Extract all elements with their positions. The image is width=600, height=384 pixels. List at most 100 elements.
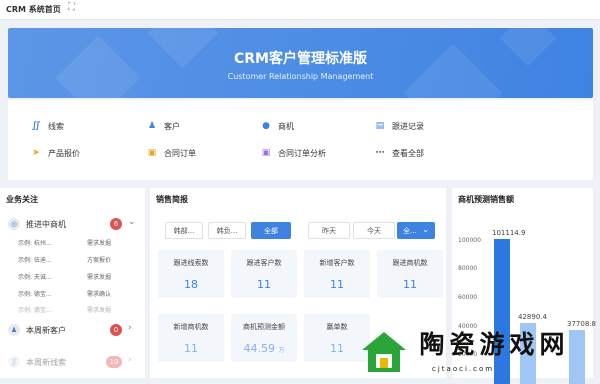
quick-entry-label: 客户 bbox=[164, 121, 180, 131]
clue-icon: ∬ bbox=[31, 121, 41, 131]
period-today[interactable]: 今天 bbox=[353, 222, 395, 239]
watermark-char: 瓷 bbox=[449, 330, 477, 359]
group-label: 本周新客户 bbox=[26, 325, 66, 335]
stat-label: 跟进客户数 bbox=[246, 259, 282, 267]
quick-entry-contract-analysis[interactable]: ▣ 合同订单分析 bbox=[260, 145, 326, 161]
opportunity-icon: ● bbox=[262, 121, 270, 131]
quick-entry-clue[interactable]: ∬ 线索 bbox=[30, 118, 64, 134]
clue-icon: ∬ bbox=[8, 356, 20, 368]
example-name[interactable]: 示例: 德宝... bbox=[18, 305, 52, 314]
quick-entry-contract[interactable]: ▣ 合同订单 bbox=[146, 145, 196, 161]
quote-icon: ➤ bbox=[32, 148, 40, 158]
page-title: CRM 系统首页 bbox=[6, 5, 61, 14]
filter-department[interactable]: 韩部... bbox=[165, 222, 203, 239]
stat-card-forecast-amount[interactable]: 商机预测金额 44.59 万 bbox=[231, 314, 297, 362]
banner-subtitle: Customer Relationship Management bbox=[227, 72, 374, 81]
stat-label: 跟进线索数 bbox=[173, 259, 209, 267]
stat-value: 11 bbox=[257, 278, 271, 291]
chart-data-label: 101114.9 bbox=[492, 229, 526, 238]
chevron-right-icon[interactable]: › bbox=[128, 355, 132, 365]
stat-label: 商机预测金额 bbox=[243, 323, 285, 331]
group-new-clues-this-week[interactable]: ∬ 本周新线索 bbox=[8, 354, 66, 370]
quick-entry-opportunity[interactable]: ● 商机 bbox=[260, 118, 294, 134]
quick-entry-view-all[interactable]: ⋯ 查看全部 bbox=[374, 145, 425, 161]
followup-record-icon: ▤ bbox=[375, 121, 385, 131]
expand-icon[interactable]: ⛶ bbox=[68, 2, 75, 13]
watermark-char: 网 bbox=[539, 330, 567, 359]
stat-label: 新增客户数 bbox=[319, 259, 355, 267]
group-label: 本周新线索 bbox=[26, 357, 66, 367]
group-label: 推进中商机 bbox=[26, 219, 66, 229]
filter-all[interactable]: 全部 bbox=[251, 222, 291, 239]
y-tick-label: 60000 bbox=[458, 294, 478, 301]
count-badge: 6 bbox=[110, 218, 122, 230]
watermark-char: 游 bbox=[479, 330, 507, 359]
hero-banner: CRM客户管理标准版 Customer Relationship Managem… bbox=[8, 28, 593, 98]
customer-icon: ♟ bbox=[147, 121, 157, 131]
y-tick-label: 100000 bbox=[458, 236, 481, 244]
example-stage: 需求发掘 bbox=[87, 240, 112, 247]
stat-value: 18 bbox=[184, 278, 198, 291]
quick-entry-label: 查看全部 bbox=[392, 148, 424, 158]
example-name[interactable]: 示例: 德宝... bbox=[18, 289, 52, 298]
group-in-progress-opportunities[interactable]: ◎ 推进中商机 bbox=[8, 216, 66, 232]
panel-title: 销售简报 bbox=[156, 195, 188, 204]
y-tick-label: 80000 bbox=[458, 265, 478, 273]
quick-entry-label: 跟进记录 bbox=[392, 121, 424, 131]
stat-value-group: 44.59 万 bbox=[231, 342, 297, 355]
count-badge: 10 bbox=[106, 356, 122, 368]
panel-title: 商机预测销售额 bbox=[458, 195, 514, 204]
quick-entry-label: 商机 bbox=[278, 121, 294, 131]
contract-order-icon: ▣ bbox=[147, 148, 157, 158]
banner-title: CRM客户管理标准版 bbox=[234, 51, 367, 67]
example-name[interactable]: 示例: 天诚... bbox=[18, 272, 52, 281]
group-new-customers-this-week[interactable]: ♟ 本周新客户 bbox=[8, 322, 66, 338]
top-bar: CRM 系统首页 ⛶ bbox=[0, 0, 600, 20]
stat-card-followup-opportunities[interactable]: 跟进商机数 11 bbox=[377, 250, 443, 298]
stat-label: 跟进商机数 bbox=[392, 259, 428, 267]
chevron-right-icon[interactable]: › bbox=[128, 323, 132, 333]
more-icon: ⋯ bbox=[375, 148, 385, 158]
house-logo-icon bbox=[362, 332, 406, 372]
example-stage: 方案报价 bbox=[87, 257, 112, 264]
example-name[interactable]: 示例: 杭州... bbox=[18, 238, 52, 247]
quick-entry-followup[interactable]: ▤ 跟进记录 bbox=[374, 118, 424, 134]
quick-entry-customer[interactable]: ♟ 客户 bbox=[146, 118, 180, 134]
quick-entry-label: 产品报价 bbox=[48, 148, 80, 158]
stat-value: 11 bbox=[184, 342, 198, 355]
quick-entry-panel: ∬ 线索 ♟ 客户 ● 商机 ▤ 跟进记录 ➤ 产品报价 ▣ 合同订单 ▣ 合同… bbox=[8, 100, 593, 180]
example-stage: 需求发掘 bbox=[87, 307, 112, 314]
stat-card-followup-clues[interactable]: 跟进线索数 18 bbox=[158, 250, 224, 298]
period-yesterday[interactable]: 昨天 bbox=[308, 222, 350, 239]
stat-card-followup-customers[interactable]: 跟进客户数 11 bbox=[231, 250, 297, 298]
stat-value: 11 bbox=[330, 278, 344, 291]
stat-value: 11 bbox=[403, 278, 417, 291]
customer-icon: ♟ bbox=[8, 324, 20, 336]
opportunity-icon: ◎ bbox=[8, 218, 20, 230]
quick-entry-label: 合同订单分析 bbox=[278, 148, 326, 158]
chevron-down-icon: ⌄ bbox=[422, 225, 429, 234]
example-name[interactable]: 示例: 伍迪... bbox=[18, 255, 52, 264]
stat-unit: 万 bbox=[278, 347, 285, 354]
period-selected: 全... bbox=[403, 226, 417, 235]
stat-card-new-opportunities[interactable]: 新增商机数 11 bbox=[158, 314, 224, 362]
watermark-char: 陶 bbox=[419, 330, 447, 359]
business-focus-panel: 业务关注 ◎ 推进中商机 6 ⌄ 示例: 杭州... 需求发掘 示例: 伍迪..… bbox=[0, 188, 145, 378]
example-stage: 需求确认 bbox=[87, 291, 112, 298]
period-dropdown[interactable]: 全... ⌄ bbox=[397, 222, 435, 239]
watermark-char: 戏 bbox=[509, 330, 537, 359]
quick-entry-quote[interactable]: ➤ 产品报价 bbox=[30, 145, 80, 161]
filter-owner[interactable]: 韩负... bbox=[208, 222, 246, 239]
quick-entry-label: 合同订单 bbox=[164, 148, 196, 158]
count-badge: 0 bbox=[110, 324, 122, 336]
quick-entry-label: 线索 bbox=[48, 121, 64, 131]
chevron-down-icon[interactable]: ⌄ bbox=[128, 217, 136, 227]
watermark-text: 陶 瓷 游 戏 网 bbox=[418, 330, 568, 360]
contract-analysis-icon: ▣ bbox=[261, 148, 271, 158]
site-watermark: 陶 瓷 游 戏 网 cjtaoci.com bbox=[348, 320, 593, 380]
stat-card-new-customers[interactable]: 新增客户数 11 bbox=[304, 250, 370, 298]
stat-value: 44.59 bbox=[243, 342, 275, 355]
stat-label: 新增商机数 bbox=[173, 323, 209, 331]
example-stage: 需求发掘 bbox=[87, 274, 112, 281]
watermark-url: cjtaoci.com bbox=[432, 365, 495, 373]
